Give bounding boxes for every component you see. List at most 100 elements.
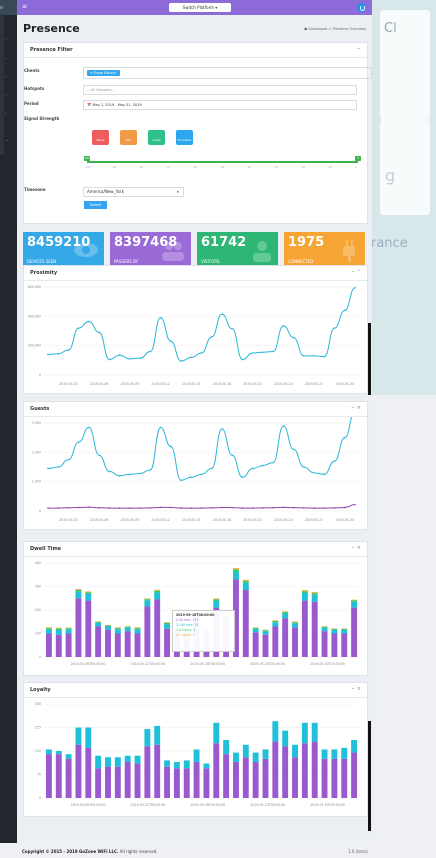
close-icon[interactable]: × (357, 686, 361, 692)
bar-segment (85, 591, 91, 592)
app-logo[interactable]: ri (0, 0, 17, 15)
bar-segment (174, 768, 180, 798)
clients-label: Clients (24, 68, 40, 73)
close-icon[interactable]: × (357, 545, 361, 551)
bar-segment (154, 590, 160, 591)
sidebar-item[interactable]: › (5, 94, 12, 98)
slider-min-handle[interactable]: -100 (84, 156, 90, 161)
sidebar-item[interactable]: › (5, 112, 12, 116)
bar-segment (272, 622, 278, 626)
slider-tick-label: -20 (301, 166, 305, 169)
bar-segment (194, 749, 200, 762)
copyright: Copyright © 2015 - 2019 GoZone WiFi LLC.… (22, 849, 158, 854)
minimize-icon[interactable]: − (351, 545, 355, 551)
bar-segment (105, 626, 111, 627)
series-line (48, 288, 355, 361)
bar-segment (85, 748, 91, 798)
bar-segment (85, 594, 91, 601)
bar-segment (105, 767, 111, 798)
close-icon[interactable]: × (357, 405, 361, 411)
slider-max-handle[interactable]: 0 (355, 156, 361, 161)
bar-segment (154, 745, 160, 798)
data-point (109, 471, 111, 473)
hamburger-icon[interactable]: ≡ (22, 4, 27, 10)
bar-segment (292, 628, 298, 657)
collapse-icon[interactable]: − (357, 46, 361, 52)
sidebar-item[interactable]: ⌄ (5, 138, 12, 142)
stat-value: 61742 (201, 235, 246, 250)
data-point (129, 358, 131, 360)
sidebar-item[interactable]: › (5, 57, 12, 61)
scrollbar[interactable] (368, 323, 371, 395)
sidebar-scroll[interactable] (0, 15, 4, 155)
bar-segment (213, 723, 219, 743)
bar-segment (95, 623, 101, 627)
signal-slider-track[interactable] (87, 161, 358, 163)
x-tick-label: 2019-05-30T00:00:00 (310, 803, 345, 807)
panel-title: Proximity (30, 270, 57, 276)
sidebar-item[interactable]: › (5, 75, 12, 79)
bar-segment (243, 745, 249, 758)
client-tag[interactable]: × Edge District (87, 70, 120, 76)
period-field[interactable]: 📅 May 1, 2019 - May 31, 2019 (83, 100, 357, 110)
data-point (170, 446, 172, 448)
bar-segment (351, 608, 357, 657)
bar-segment (272, 721, 278, 741)
bar-segment (312, 595, 318, 602)
bar-segment (115, 629, 121, 633)
timezone-select[interactable]: America/New_York ▼ (83, 187, 184, 197)
loyalty-panel: Loyalty − × 3002251507502019-05-06T00:00… (23, 682, 368, 817)
bar-segment (135, 627, 141, 628)
data-point (78, 327, 80, 329)
minimize-icon[interactable]: − (351, 686, 355, 692)
bar-segment (322, 759, 328, 798)
bar-segment (105, 757, 111, 766)
clients-select[interactable]: × Edge District (83, 67, 372, 79)
bar-segment (331, 630, 337, 634)
bar-segment (341, 630, 347, 634)
data-point (201, 352, 203, 354)
minimize-icon[interactable]: − (351, 405, 355, 411)
signal-good-button[interactable]: Good (148, 130, 165, 145)
data-point (313, 507, 315, 509)
power-icon[interactable] (357, 3, 366, 12)
bar-segment (125, 628, 131, 632)
panel-controls: − × (351, 405, 361, 411)
data-point (242, 359, 244, 361)
signal-weak-button[interactable]: Weak (92, 130, 109, 145)
bar-segment (95, 768, 101, 798)
data-point (150, 469, 152, 471)
signal-fair-button[interactable]: Fair (120, 130, 137, 145)
data-point (211, 468, 213, 470)
data-point (109, 507, 111, 509)
bar-segment (144, 601, 150, 607)
bar-segment (253, 632, 259, 657)
x-tick-label: 2019-05-12 (151, 518, 170, 522)
bar-segment (282, 731, 288, 747)
bar-segment (253, 629, 259, 633)
x-tick-label: 2019-05-06 (90, 382, 109, 386)
chevron-up-icon[interactable]: ⌃ (357, 269, 361, 275)
panel-title: Guests (30, 406, 49, 412)
breadcrumb-home[interactable]: ☗ Dashboard (304, 27, 327, 31)
x-tick-label: 2019-05-27 (305, 382, 324, 386)
signal-excellent-button[interactable]: Excellent (176, 130, 193, 145)
sidebar-item[interactable]: › (5, 38, 12, 42)
y-tick-label: 0 (39, 655, 41, 659)
breadcrumb: ☗ Dashboard > Presence Overview (304, 27, 366, 31)
minimize-icon[interactable]: − (351, 269, 355, 275)
data-point (139, 357, 141, 359)
x-tick-label: 2019-05-24T00:00:00 (250, 803, 285, 807)
scrollbar[interactable] (368, 721, 371, 831)
stat-label: VISITORS (201, 259, 220, 264)
hotspots-select[interactable]: -- All Hotspots -- (83, 85, 357, 95)
data-point (190, 507, 192, 509)
submit-button[interactable]: Submit (84, 201, 107, 209)
switch-platform-button[interactable]: Switch Platform ▾ (169, 3, 231, 12)
data-point (293, 337, 295, 339)
x-tick-label: 2019-05-03 (59, 382, 78, 386)
bar-segment (85, 601, 91, 657)
bar-segment (66, 759, 72, 798)
bar-segment (351, 600, 357, 601)
y-tick-label: 3,000 (32, 421, 41, 425)
